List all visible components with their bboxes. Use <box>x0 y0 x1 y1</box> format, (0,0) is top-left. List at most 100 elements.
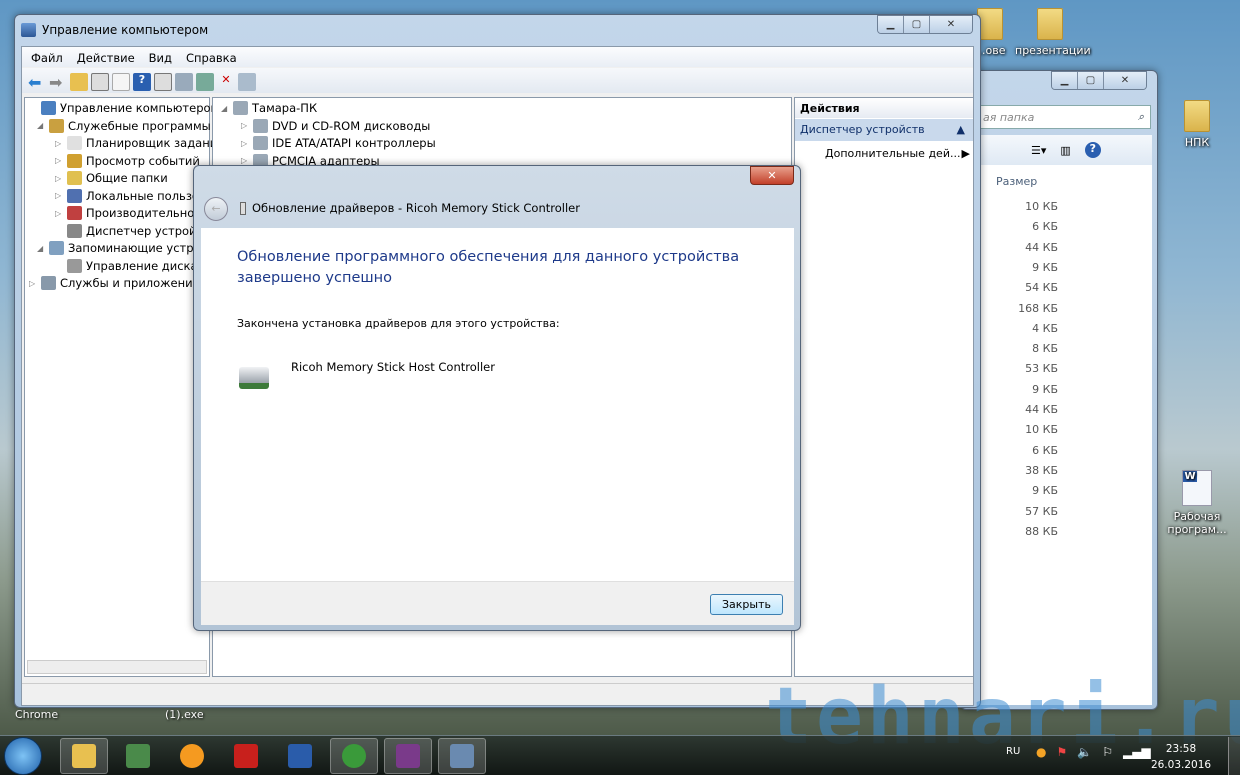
properties-icon[interactable] <box>112 73 130 91</box>
tree-item-label: Запоминающие устрой <box>68 241 209 255</box>
close-button[interactable]: ✕ <box>1104 72 1146 89</box>
up-folder-icon[interactable] <box>70 73 88 91</box>
help-icon[interactable]: ? <box>1084 142 1101 158</box>
update-driver-icon[interactable] <box>196 73 214 91</box>
taskbar-word[interactable] <box>276 738 324 774</box>
language-indicator[interactable]: RU <box>1006 746 1020 757</box>
actions-more-label: Дополнительные дей... <box>825 147 961 160</box>
taskbar-acrobat[interactable] <box>222 738 270 774</box>
system-tray: ● ⚑ 🔈 ⚐ ▂▄▆ <box>1036 745 1151 759</box>
back-icon[interactable]: ⬅ <box>28 73 46 92</box>
search-icon: ⌕ <box>1137 110 1144 123</box>
scan-hardware-icon[interactable] <box>175 73 193 91</box>
desktop-icon-exe-label[interactable]: (1).exe <box>165 708 204 721</box>
tray-app-icon[interactable]: ● <box>1036 745 1046 759</box>
network-icon[interactable]: ▂▄▆ <box>1123 745 1151 759</box>
back-button[interactable]: ← <box>204 197 228 221</box>
expand-arrow-icon[interactable]: ▷ <box>241 139 249 148</box>
desktop-icon-chrome-label[interactable]: Chrome <box>15 708 58 721</box>
tree-item[interactable]: ▷ Просмотр событий <box>55 153 200 168</box>
expand-arrow-icon[interactable]: ▷ <box>29 279 37 288</box>
tray-flag-icon[interactable]: ⚑ <box>1056 745 1067 759</box>
driver-update-dialog: ✕ ← Обновление драйверов - Ricoh Memory … <box>193 165 801 631</box>
close-button[interactable]: Закрыть <box>710 594 783 615</box>
clock[interactable]: 23:58 26.03.2016 <box>1150 741 1212 773</box>
minimize-button[interactable]: ▁ <box>1052 72 1078 89</box>
taskbar-explorer[interactable] <box>60 738 108 774</box>
expand-arrow-icon[interactable]: ▷ <box>55 156 63 165</box>
tree-item[interactable]: ▷ Общие папки <box>55 171 168 185</box>
volume-icon[interactable]: 🔈 <box>1077 745 1092 759</box>
horizontal-scrollbar[interactable] <box>27 660 207 674</box>
device-category-icon <box>233 101 248 115</box>
expand-arrow-icon[interactable]: ▷ <box>241 156 249 165</box>
device-category-label: Тамара-ПК <box>252 101 318 115</box>
tree-item[interactable]: ▷ Службы и приложения <box>29 276 200 290</box>
menu-view[interactable]: Вид <box>149 51 172 67</box>
expand-arrow-icon[interactable]: ◢ <box>37 244 45 253</box>
desktop-icon-label: НПК <box>1184 136 1210 149</box>
device-category[interactable]: ▷ IDE ATA/ATAPI контроллеры <box>241 136 436 150</box>
menu-file[interactable]: Файл <box>31 51 63 67</box>
taskbar-winrar[interactable] <box>384 738 432 774</box>
uninstall-device-icon[interactable]: ✕ <box>217 73 235 91</box>
tree-item[interactable]: Управление компьютером (л <box>29 101 235 115</box>
taskbar-chrome[interactable] <box>330 738 378 774</box>
dialog-close-x-button[interactable]: ✕ <box>750 166 794 185</box>
tree-item[interactable]: Управление дисками <box>55 258 214 273</box>
desktop-icon-word-doc[interactable]: W Рабочая програм... <box>1162 470 1232 536</box>
expand-arrow-icon[interactable]: ▷ <box>241 121 249 130</box>
tree-item[interactable]: ▷ Планировщик заданий <box>55 136 225 150</box>
device-manager-icon <box>126 744 150 768</box>
expand-arrow-icon[interactable]: ▷ <box>55 191 63 200</box>
show-desktop-button[interactable] <box>1228 737 1240 775</box>
file-size-cell: 57 КБ <box>1025 504 1058 518</box>
tree-node-icon <box>67 153 82 168</box>
explorer-window: ▁ ▢ ✕ ая папка ⌕ ☰▾ ▥? Размер <box>960 70 1158 710</box>
device-category[interactable]: ◢ Тамара-ПК <box>221 101 317 115</box>
minimize-button[interactable]: ▁ <box>878 16 904 33</box>
taskbar-media-player[interactable] <box>168 738 216 774</box>
expand-arrow-icon[interactable]: ◢ <box>37 121 45 130</box>
disable-device-icon[interactable] <box>238 73 256 91</box>
tree-item[interactable]: ◢ Служебные программы <box>37 118 211 133</box>
file-size-cell: 38 КБ <box>1025 463 1058 477</box>
start-button[interactable] <box>4 737 42 775</box>
show-hide-tree-icon[interactable] <box>91 73 109 91</box>
tree-item-label: Служебные программы <box>68 118 211 133</box>
expand-arrow-icon[interactable]: ◢ <box>221 104 229 113</box>
preview-pane-icon[interactable]: ▥ <box>1060 144 1070 157</box>
view-options-icon[interactable]: ☰▾ <box>1031 144 1046 157</box>
show-action-pane-icon[interactable] <box>154 73 172 91</box>
taskbar-computer-management[interactable] <box>438 738 486 774</box>
clock-date: 26.03.2016 <box>1150 759 1212 771</box>
tree-item[interactable]: ▷ Локальные пользова <box>55 188 213 203</box>
column-header-size[interactable]: Размер <box>996 175 1037 188</box>
search-input[interactable]: ая папка ⌕ <box>976 105 1151 129</box>
forward-icon[interactable]: ➡ <box>49 73 67 92</box>
action-center-icon[interactable]: ⚐ <box>1102 745 1113 759</box>
tree-item[interactable]: ▷ Производительность <box>55 206 214 220</box>
device-category[interactable]: ▷ DVD и CD-ROM дисководы <box>241 118 430 133</box>
dialog-footer: Закрыть <box>201 581 794 625</box>
toolbar: ⬅ ➡ ? ✕ <box>22 68 973 93</box>
maximize-button[interactable]: ▢ <box>904 16 930 33</box>
actions-more[interactable]: Дополнительные дей... ▶ <box>825 147 970 160</box>
device-category-label: IDE ATA/ATAPI контроллеры <box>272 136 436 150</box>
help-icon[interactable]: ? <box>133 73 151 91</box>
file-size-cell: 10 КБ <box>1025 200 1058 213</box>
menu-help[interactable]: Справка <box>186 51 237 67</box>
desktop-icon-presentations[interactable]: презентации <box>1015 8 1091 57</box>
taskbar-device-manager[interactable] <box>114 738 162 774</box>
desktop-icon-npk[interactable]: НПК <box>1162 100 1232 149</box>
tree-item[interactable]: ◢ Запоминающие устрой <box>37 241 208 255</box>
maximize-button[interactable]: ▢ <box>1078 72 1104 89</box>
actions-section-device-manager[interactable]: Диспетчер устройств ▲ <box>795 119 973 141</box>
close-button[interactable]: ✕ <box>930 16 972 33</box>
file-size-cell: 6 КБ <box>1032 443 1058 457</box>
menu-action[interactable]: Действие <box>77 51 135 67</box>
expand-arrow-icon[interactable]: ▷ <box>55 209 63 218</box>
file-size-cell: 54 КБ <box>1025 281 1058 295</box>
expand-arrow-icon[interactable]: ▷ <box>55 139 63 148</box>
expand-arrow-icon[interactable]: ▷ <box>55 174 63 183</box>
